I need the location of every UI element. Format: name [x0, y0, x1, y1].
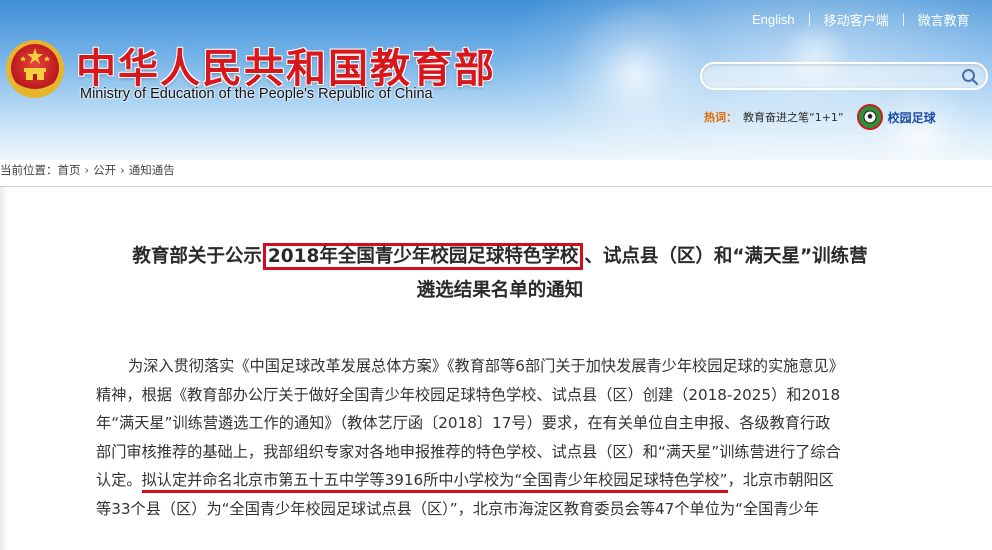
search-input[interactable] [712, 67, 952, 85]
mobile-client-link[interactable]: 移动客户端 [824, 10, 889, 29]
article-title: 教育部关于公示 2018年全国青少年校园足球特色学校 、试点县（区）和“满天星”训练… [70, 240, 930, 308]
divider [808, 12, 810, 26]
title-text: 、试点县（区）和“满天星”训练营 [584, 246, 868, 267]
underlined-text: 拟认定并命名北京市第五十五中学等3916所中小学校为“全国青少年校园足球特色学校… [141, 471, 728, 493]
title-line-1: 教育部关于公示 2018年全国青少年校园足球特色学校 、试点县（区）和“满天星”训练… [70, 240, 930, 274]
weiyan-link[interactable]: 微言教育 [918, 10, 970, 29]
body-line: 认定。拟认定并命名北京市第五十五中学等3916所中小学校为“全国青少年校园足球特… [96, 466, 912, 495]
national-emblem-icon[interactable] [4, 38, 66, 100]
title-text: 教育部关于公示 [132, 246, 262, 267]
breadcrumb: 当前位置： 首页 › 公开 › 通知通告 [0, 160, 175, 180]
body-text: ，北京市朝阳区 [727, 471, 834, 489]
breadcrumb-separator: › [120, 163, 125, 177]
body-line: 为深入贯彻落实《中国足球改革发展总体方案》《教育部等6部门关于加快发展青少年校园… [128, 357, 844, 375]
divider [902, 12, 904, 26]
search-icon[interactable] [960, 67, 980, 87]
breadcrumb-public[interactable]: 公开 [93, 162, 116, 178]
body-line: 部门审核推荐的基础上，我部组织专家对各地申报推荐的特色学校、试点县（区）和“满天… [96, 442, 841, 461]
breadcrumb-home[interactable]: 首页 [58, 162, 81, 178]
body-line: 年“满天星”训练营遴选工作的通知》（教体艺厅函〔2018〕17号）要求，在有关单… [96, 414, 831, 432]
dandelion-decoration [560, 0, 710, 150]
search-box [700, 62, 988, 90]
card-shadow [0, 186, 8, 550]
body-text: 认定。 [96, 471, 142, 489]
hot-words-row: 热词： 教育奋进之笔“1+1” 校园足球 [704, 104, 936, 130]
english-link[interactable]: English [752, 12, 795, 27]
hot-words-label: 热词： [704, 111, 737, 124]
article-body: 为深入贯彻落实《中国足球改革发展总体方案》《教育部等6部门关于加快发展青少年校园… [96, 352, 912, 523]
hot-word-link[interactable]: 教育奋进之笔“1+1” [743, 109, 844, 125]
breadcrumb-notices[interactable]: 通知通告 [129, 162, 175, 178]
campus-football-link[interactable]: 校园足球 [888, 109, 936, 126]
breadcrumb-prefix: 当前位置： [0, 163, 58, 177]
site-subtitle: Ministry of Education of the People's Re… [80, 86, 433, 102]
site-header: 中华人民共和国教育部 Ministry of Education of the … [0, 0, 992, 160]
title-line-2: 遴选结果名单的通知 [416, 280, 584, 301]
top-links: English 移动客户端 微言教育 [752, 10, 970, 28]
highlighted-title-text: 2018年全国青少年校园足球特色学校 [262, 243, 584, 270]
body-line: 等33个县（区）为“全国青少年校园足球试点县（区）”，北京市海淀区教育委员会等4… [96, 499, 819, 518]
body-line: 精神，根据《教育部办公厅关于做好全国青少年校园足球特色学校、试点县（区）创建（2… [96, 385, 841, 404]
breadcrumb-separator: › [84, 163, 90, 177]
campus-football-logo-icon[interactable] [856, 104, 884, 130]
